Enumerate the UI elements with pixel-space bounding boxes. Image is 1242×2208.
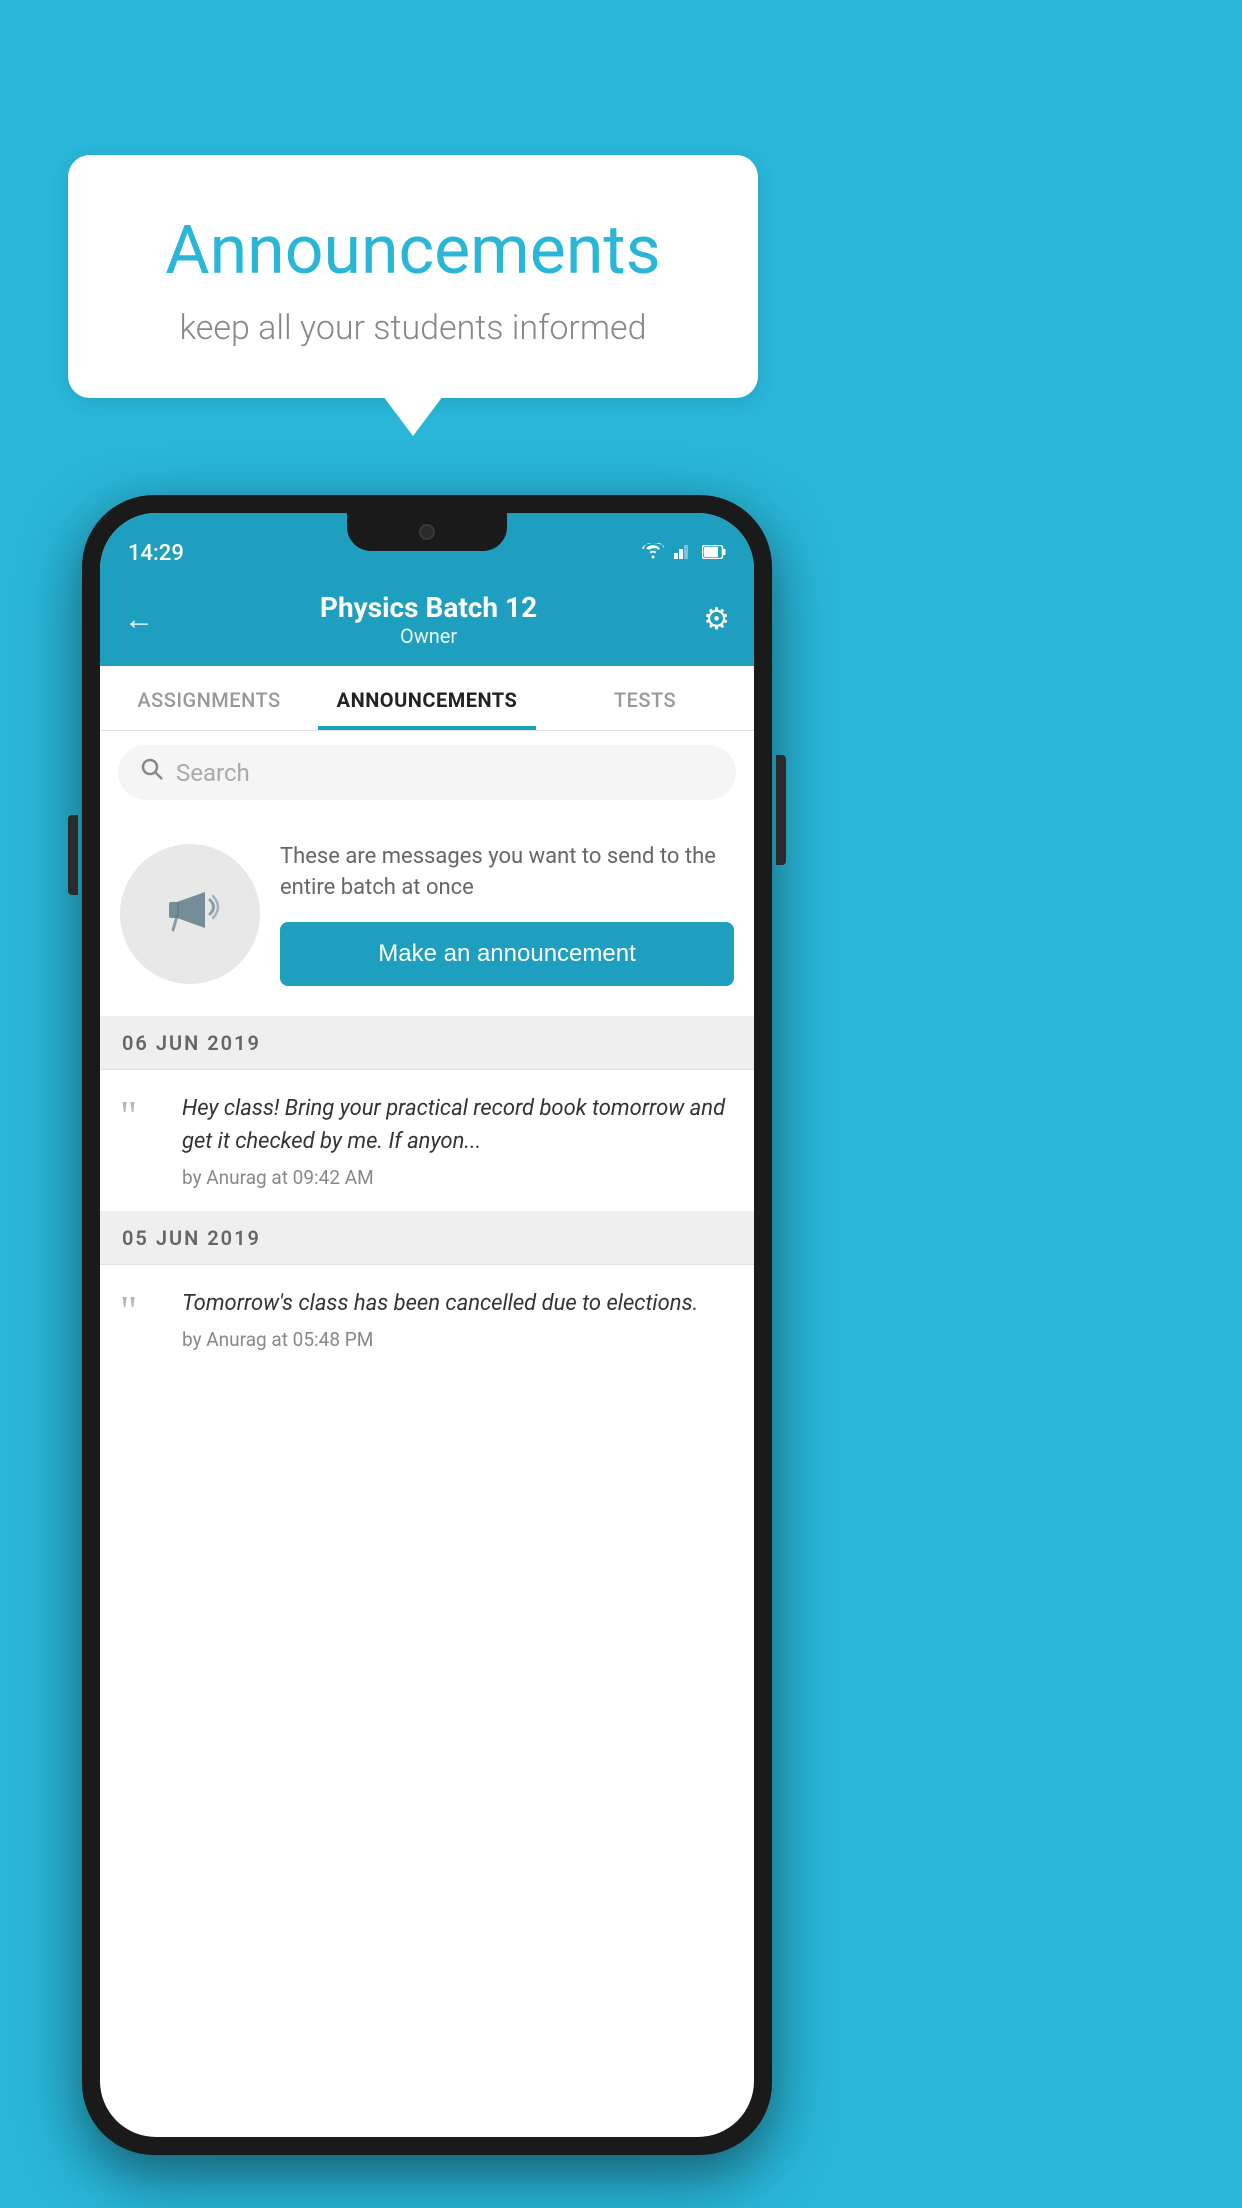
search-placeholder: Search <box>176 759 250 787</box>
announcement-text-1: Hey class! Bring your practical record b… <box>182 1092 734 1158</box>
announcement-prompt-section: These are messages you want to send to t… <box>100 814 754 1017</box>
header-title: Physics Batch 12 <box>154 591 703 624</box>
tab-tests[interactable]: TESTS <box>536 666 754 730</box>
settings-button[interactable]: ⚙ <box>703 602 730 637</box>
header-title-group: Physics Batch 12 Owner <box>154 591 703 648</box>
header-subtitle: Owner <box>154 624 703 648</box>
status-icons <box>642 543 726 564</box>
announcement-text-2: Tomorrow's class has been cancelled due … <box>182 1287 734 1320</box>
speech-bubble-title: Announcements <box>118 210 708 290</box>
announcement-item-1: " Hey class! Bring your practical record… <box>100 1070 754 1212</box>
date-divider-1: 06 JUN 2019 <box>100 1017 754 1070</box>
announcement-right-panel: These are messages you want to send to t… <box>280 842 734 986</box>
tab-announcements[interactable]: ANNOUNCEMENTS <box>318 666 536 730</box>
search-section: Search <box>100 731 754 814</box>
megaphone-icon <box>155 872 225 956</box>
status-time: 14:29 <box>128 541 184 566</box>
tab-assignments[interactable]: ASSIGNMENTS <box>100 666 318 730</box>
speech-bubble-subtitle: keep all your students informed <box>118 308 708 348</box>
announcement-meta-1: by Anurag at 09:42 AM <box>182 1166 734 1189</box>
quote-icon-2: " <box>120 1291 164 1333</box>
date-divider-2: 05 JUN 2019 <box>100 1212 754 1265</box>
app-header: ← Physics Batch 12 Owner ⚙ <box>100 573 754 666</box>
phone-screen: 14:29 <box>100 513 754 2137</box>
announcement-content-2: Tomorrow's class has been cancelled due … <box>182 1287 734 1351</box>
make-announcement-button[interactable]: Make an announcement <box>280 922 734 986</box>
search-icon <box>140 757 164 788</box>
wifi-icon <box>642 543 664 564</box>
announcement-content-1: Hey class! Bring your practical record b… <box>182 1092 734 1189</box>
quote-icon-1: " <box>120 1096 164 1138</box>
search-bar[interactable]: Search <box>118 745 736 800</box>
announcement-item-2: " Tomorrow's class has been cancelled du… <box>100 1265 754 1373</box>
phone-outer-shell: 14:29 <box>82 495 772 2155</box>
back-button[interactable]: ← <box>124 602 154 637</box>
phone-notch <box>347 513 507 551</box>
signal-icon <box>674 543 692 564</box>
phone-mockup: 14:29 <box>82 495 772 2155</box>
tabs-bar: ASSIGNMENTS ANNOUNCEMENTS TESTS <box>100 666 754 731</box>
camera-notch <box>419 524 435 540</box>
announcement-description: These are messages you want to send to t… <box>280 842 734 904</box>
announcement-meta-2: by Anurag at 05:48 PM <box>182 1328 734 1351</box>
speech-bubble-card: Announcements keep all your students inf… <box>68 155 758 398</box>
speech-bubble-section: Announcements keep all your students inf… <box>68 155 758 398</box>
battery-icon <box>702 543 726 564</box>
megaphone-illustration <box>120 844 260 984</box>
